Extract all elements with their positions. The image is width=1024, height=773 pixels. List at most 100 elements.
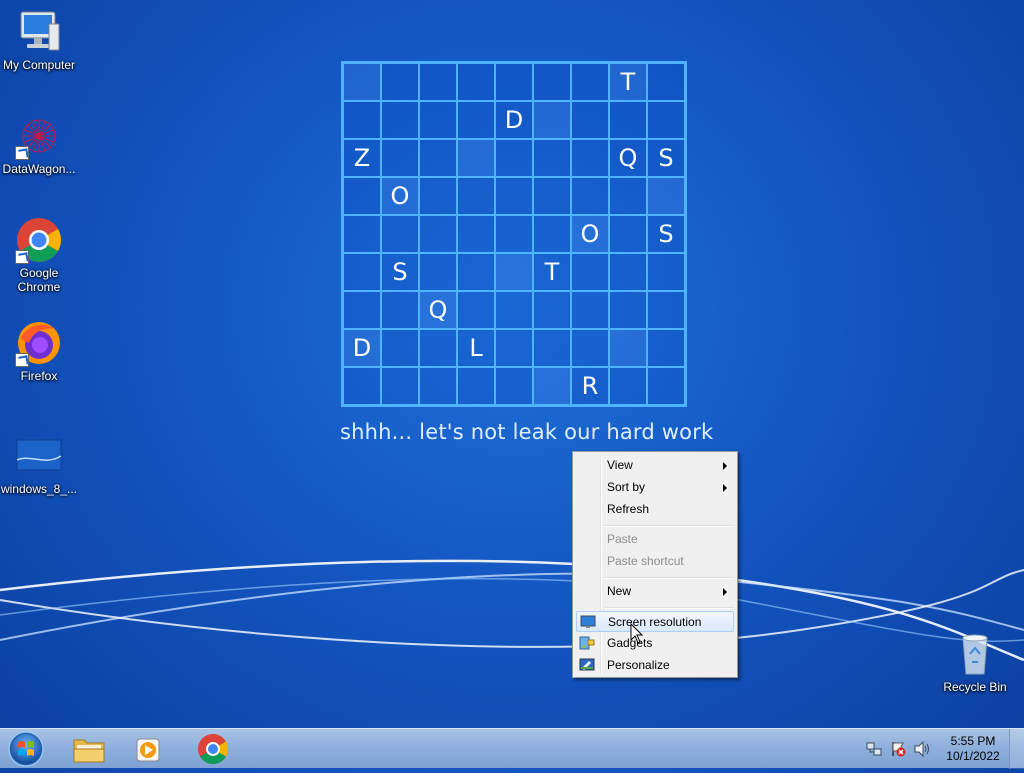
- grid-cell: [647, 101, 685, 139]
- network-icon[interactable]: [866, 741, 882, 757]
- menu-item-personalize[interactable]: Personalize: [576, 655, 734, 676]
- show-desktop-button[interactable]: [1009, 729, 1024, 769]
- grid-cell: [343, 101, 381, 139]
- menu-item-screen-resolution[interactable]: Screen resolution: [576, 611, 734, 632]
- grid-cell: [381, 139, 419, 177]
- desktop-icon-label: Firefox: [20, 369, 58, 383]
- grid-cell: [343, 291, 381, 329]
- grid-cell: [419, 139, 457, 177]
- submenu-arrow-icon: [723, 484, 727, 492]
- windows-start-icon: [8, 731, 44, 767]
- grid-cell: [419, 63, 457, 101]
- grid-cell: [571, 177, 609, 215]
- media-player-icon: [136, 738, 160, 762]
- action-center-icon[interactable]: [890, 741, 906, 757]
- chrome-icon: [198, 734, 229, 765]
- grid-cell: [609, 215, 647, 253]
- menu-item-view[interactable]: View: [576, 455, 734, 476]
- menu-item-label: Screen resolution: [608, 615, 702, 629]
- shortcut-arrow-icon: [15, 353, 29, 367]
- grid-cell: R: [571, 367, 609, 405]
- grid-cell: [419, 177, 457, 215]
- taskbar-clock[interactable]: 5:55 PM 10/1/2022: [938, 734, 1008, 764]
- grid-cell: [419, 101, 457, 139]
- grid-cell: Z: [343, 139, 381, 177]
- clock-time: 5:55 PM: [950, 734, 996, 748]
- grid-cell: D: [495, 101, 533, 139]
- grid-cell: [533, 367, 571, 405]
- desktop-icon-my-computer[interactable]: My Computer: [0, 8, 78, 72]
- grid-cell: [609, 253, 647, 291]
- desktop-icon-firefox[interactable]: Firefox: [0, 319, 78, 383]
- grid-cell: [571, 63, 609, 101]
- grid-cell: [571, 329, 609, 367]
- grid-cell: [381, 101, 419, 139]
- grid-cell: [457, 215, 495, 253]
- grid-cell: [571, 291, 609, 329]
- grid-cell: [495, 63, 533, 101]
- desktop-icon-datawagon[interactable]: DataWagon...: [0, 112, 78, 176]
- desktop-icon-windows-8-file[interactable]: windows_8_...: [0, 432, 78, 496]
- taskbar-explorer-button[interactable]: [62, 731, 116, 767]
- taskbar: 5:55 PM 10/1/2022: [0, 728, 1024, 769]
- desktop-icon-label: Recycle Bin: [943, 680, 1007, 694]
- grid-cell: [381, 63, 419, 101]
- grid-cell: [647, 63, 685, 101]
- desktop-icon-recycle-bin[interactable]: Recycle Bin: [936, 630, 1014, 694]
- menu-item-label: View: [607, 458, 633, 472]
- desktop-icon-label-line2: Chrome: [17, 280, 61, 294]
- menu-item-gadgets[interactable]: Gadgets: [576, 633, 734, 654]
- desktop[interactable]: My Computer DataWagon... Google Chrome F…: [0, 0, 1024, 728]
- grid-cell: [609, 367, 647, 405]
- firefox-icon: [15, 319, 63, 367]
- grid-cell: [609, 329, 647, 367]
- desktop-icon-label-line1: Google: [19, 266, 59, 280]
- grid-cell: [343, 215, 381, 253]
- grid-cell: L: [457, 329, 495, 367]
- wallpaper-letter-grid: TDZQSOOSSTQDLR: [341, 61, 687, 407]
- mouse-pointer-icon: [630, 623, 644, 644]
- grid-cell: [343, 253, 381, 291]
- menu-item-sort-by[interactable]: Sort by: [576, 477, 734, 498]
- grid-cell: [533, 63, 571, 101]
- desktop-icon-google-chrome[interactable]: Google Chrome: [0, 216, 78, 294]
- datawagon-icon: [15, 112, 63, 160]
- grid-cell: [647, 291, 685, 329]
- grid-cell: [343, 367, 381, 405]
- menu-item-paste-shortcut[interactable]: Paste shortcut: [576, 551, 734, 572]
- grid-cell: [381, 291, 419, 329]
- grid-cell: D: [343, 329, 381, 367]
- menu-item-refresh[interactable]: Refresh: [576, 499, 734, 520]
- grid-cell: [609, 177, 647, 215]
- grid-cell: [419, 215, 457, 253]
- grid-cell: [533, 101, 571, 139]
- grid-cell: [419, 367, 457, 405]
- shortcut-arrow-icon: [15, 146, 29, 160]
- wallpaper-tagline: shhh... let's not leak our hard work: [340, 420, 714, 444]
- grid-cell: [495, 329, 533, 367]
- menu-item-label: Refresh: [607, 502, 650, 516]
- grid-cell: [571, 101, 609, 139]
- grid-cell: [457, 139, 495, 177]
- grid-cell: [609, 101, 647, 139]
- desktop-icon-label: windows_8_...: [0, 482, 78, 496]
- menu-item-new[interactable]: New: [576, 581, 734, 602]
- grid-cell: S: [647, 215, 685, 253]
- grid-cell: [495, 291, 533, 329]
- taskbar-chrome-button[interactable]: [186, 731, 240, 767]
- grid-cell: [419, 253, 457, 291]
- shortcut-arrow-icon: [15, 250, 29, 264]
- chrome-icon: [15, 216, 63, 264]
- desktop-icon-label: DataWagon...: [2, 162, 76, 176]
- grid-cell: [381, 329, 419, 367]
- grid-cell: [457, 291, 495, 329]
- taskbar-media-player-button[interactable]: [122, 731, 176, 767]
- grid-cell: [533, 177, 571, 215]
- grid-cell: Q: [419, 291, 457, 329]
- start-button[interactable]: [6, 730, 46, 768]
- wallpaper-file-icon: [15, 432, 63, 480]
- menu-item-paste[interactable]: Paste: [576, 529, 734, 550]
- volume-icon[interactable]: [913, 741, 931, 757]
- grid-cell: [495, 139, 533, 177]
- menu-separator: [604, 607, 734, 609]
